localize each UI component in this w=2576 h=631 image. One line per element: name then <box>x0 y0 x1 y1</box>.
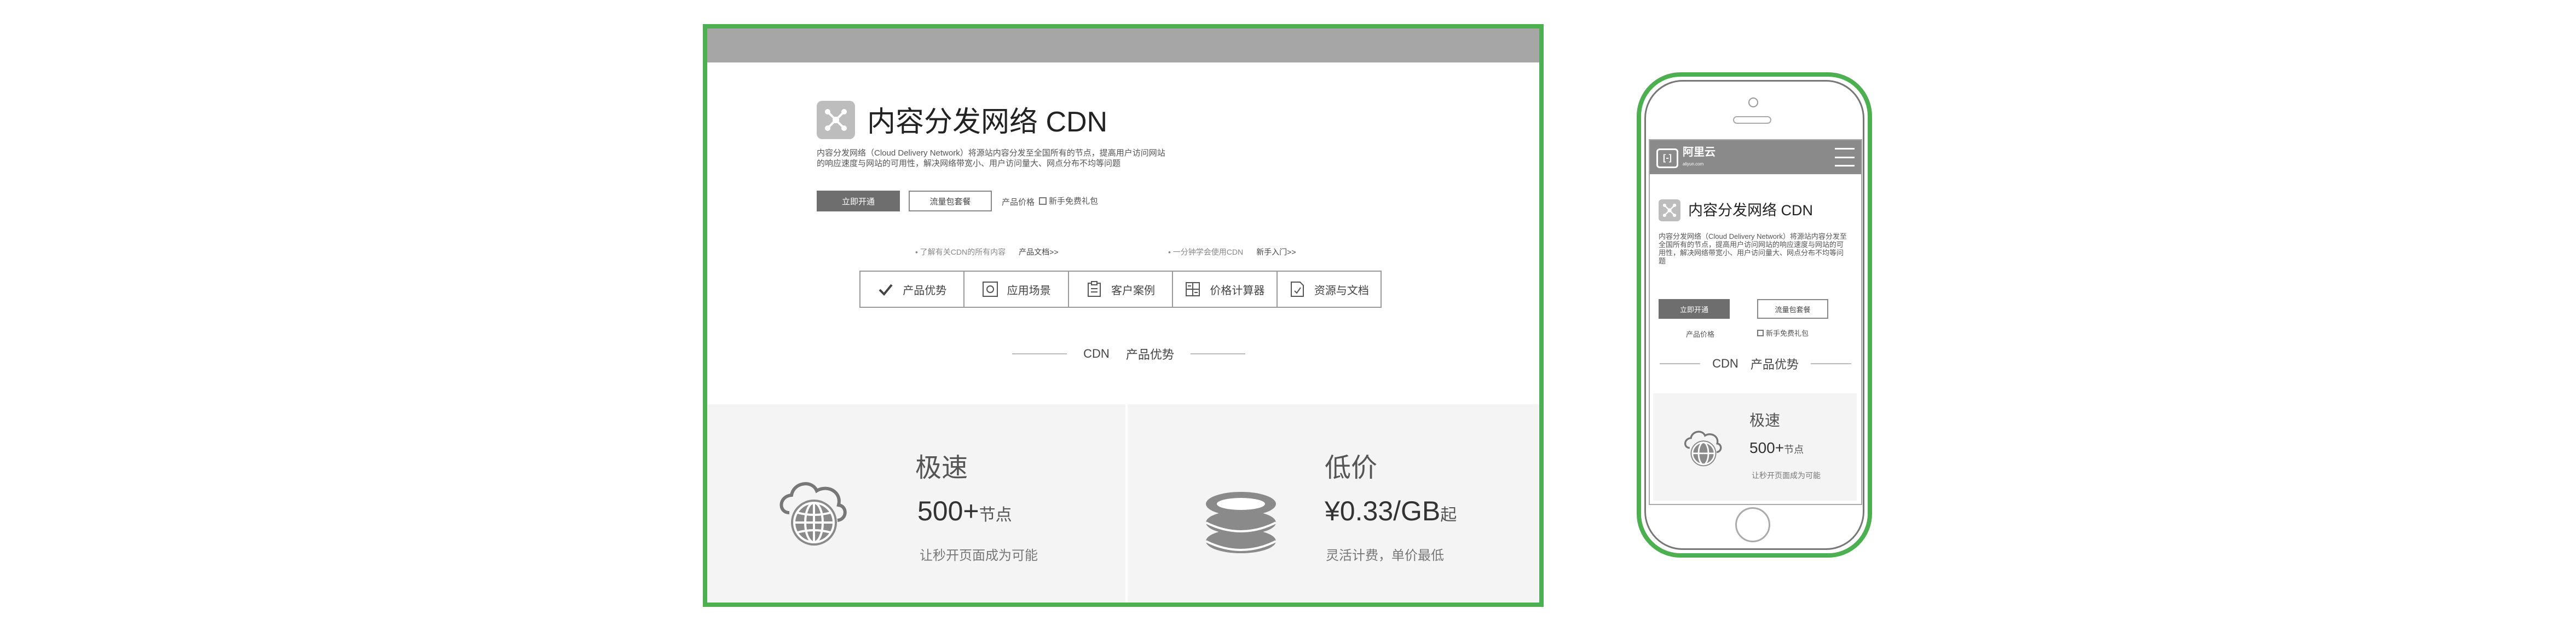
feature-stat-unit: 节点 <box>1784 444 1804 455</box>
page-title: 内容分发网络 CDN <box>1688 202 1813 219</box>
hint-start-text: 一分钟学会使用CDN <box>1173 248 1244 256</box>
top-nav-bar <box>707 28 1539 62</box>
logo-name: 阿里云 <box>1683 146 1716 158</box>
check-icon <box>877 281 894 297</box>
feature-stat-unit: 节点 <box>979 506 1012 524</box>
divider <box>1660 363 1701 364</box>
feature-title: 极速 <box>1749 412 1781 429</box>
document-icon <box>1289 281 1306 297</box>
feature-desc: 让秒开页面成为可能 <box>920 548 1038 563</box>
section-title-cdn: CDN <box>1083 347 1110 360</box>
tab-label: 应用场景 <box>1007 284 1051 297</box>
mobile-mockup-frame: [-] 阿里云 aliyun.com 内容分发网络 CDN 内容分发网络（Clo… <box>1637 72 1872 558</box>
feature-card-price: 低价 ¥0.33/GB起 灵活计费，单价最低 <box>1128 404 1539 603</box>
tab-label: 产品优势 <box>903 284 947 297</box>
camera-icon <box>1748 97 1758 107</box>
traffic-pack-button[interactable]: 流量包套餐 <box>909 191 992 211</box>
speaker-icon <box>1733 116 1771 124</box>
cloud-globe-icon <box>1684 431 1722 467</box>
coin-stack-icon <box>1205 492 1277 553</box>
hero-description: 内容分发网络（Cloud Delivery Network）将源站内容分发至全国… <box>1659 232 1847 265</box>
calculator-icon <box>1185 281 1201 297</box>
tab-advantages[interactable]: 产品优势 <box>860 272 965 307</box>
gift-icon <box>1039 197 1047 205</box>
feature-stat-value: 500+ <box>1749 439 1784 456</box>
home-button-icon <box>1735 507 1770 542</box>
hint-getting-started: • 一分钟学会使用CDN 新手入门>> <box>1168 246 1296 257</box>
product-docs-link[interactable]: 产品文档>> <box>1019 248 1058 256</box>
tab-price-calculator[interactable]: 价格计算器 <box>1173 272 1278 307</box>
scene-icon <box>982 281 998 297</box>
cloud-globe-icon <box>779 482 847 546</box>
bullet-dot-icon: • <box>915 248 918 256</box>
logo-sub: aliyun.com <box>1683 162 1704 167</box>
hamburger-menu-icon[interactable] <box>1835 148 1855 167</box>
feature-stat-unit: 起 <box>1440 506 1457 524</box>
section-title-advantages: 产品优势 <box>1750 358 1799 371</box>
tab-label: 资源与文档 <box>1314 284 1369 297</box>
tab-scenarios[interactable]: 应用场景 <box>964 272 1069 307</box>
feature-stat: ¥0.33/GB起 <box>1325 495 1457 527</box>
section-title: CDN 产品优势 <box>992 345 1266 363</box>
tab-resources-docs[interactable]: 资源与文档 <box>1278 272 1381 307</box>
mobile-nav-bar: [-] 阿里云 aliyun.com <box>1650 140 1861 174</box>
feature-title: 极速 <box>915 454 968 483</box>
hint-docs-text: 了解有关CDN的所有内容 <box>920 248 1006 256</box>
gift-icon <box>1757 330 1764 336</box>
hero-description: 内容分发网络（Cloud Delivery Network）将源站内容分发至全国… <box>817 148 1165 168</box>
pricing-link[interactable]: 产品价格 <box>1002 196 1035 208</box>
divider <box>1012 353 1067 354</box>
feature-stat: 500+节点 <box>1749 439 1804 457</box>
feature-stat-value: ¥0.33/GB <box>1325 496 1441 526</box>
divider <box>1190 353 1245 354</box>
feature-stat: 500+节点 <box>917 495 1012 527</box>
desktop-mockup-frame: 内容分发网络 CDN 内容分发网络（Cloud Delivery Network… <box>703 24 1544 607</box>
divider <box>1810 363 1851 364</box>
feature-desc: 灵活计费，单价最低 <box>1326 548 1444 563</box>
bullet-dot-icon: • <box>1168 248 1171 256</box>
getting-started-link[interactable]: 新手入门>> <box>1256 248 1296 256</box>
page-title: 内容分发网络 CDN <box>867 106 1108 138</box>
hint-docs: • 了解有关CDN的所有内容 产品文档>> <box>915 246 1059 257</box>
product-tabs: 产品优势 应用场景 客户案例 价格计算器 资源与文档 <box>859 271 1382 308</box>
section-title: CDN 产品优势 <box>1650 355 1861 372</box>
section-title-advantages: 产品优势 <box>1125 348 1174 362</box>
traffic-pack-button[interactable]: 流量包套餐 <box>1757 299 1828 319</box>
gift-label: 新手免费礼包 <box>1766 329 1809 337</box>
gift-label: 新手免费礼包 <box>1049 197 1099 206</box>
feature-card-speed: 极速 500+节点 让秒开页面成为可能 <box>1653 393 1857 501</box>
pricing-link[interactable]: 产品价格 <box>1686 329 1714 339</box>
feature-stat-value: 500+ <box>917 496 979 526</box>
tab-label: 客户案例 <box>1111 284 1156 297</box>
logo-text: 阿里云 aliyun.com <box>1683 147 1716 170</box>
logo-mark-icon: [-] <box>1656 148 1678 168</box>
tab-label: 价格计算器 <box>1210 284 1265 297</box>
cdn-network-icon <box>1659 199 1680 221</box>
logo[interactable]: [-] 阿里云 aliyun.com <box>1656 147 1716 170</box>
cdn-network-icon <box>817 101 855 139</box>
gift-link[interactable]: 新手免费礼包 <box>1039 195 1098 206</box>
tab-customer-cases[interactable]: 客户案例 <box>1069 272 1174 307</box>
section-title-cdn: CDN <box>1712 357 1738 370</box>
feature-card-speed: 极速 500+节点 让秒开页面成为可能 <box>707 404 1125 603</box>
clipboard-icon <box>1086 281 1102 297</box>
feature-title: 低价 <box>1325 454 1378 483</box>
feature-desc: 让秒开页面成为可能 <box>1752 471 1821 480</box>
gift-link[interactable]: 新手免费礼包 <box>1757 328 1809 338</box>
phone-screen: [-] 阿里云 aliyun.com 内容分发网络 CDN 内容分发网络（Clo… <box>1649 139 1862 505</box>
activate-button[interactable]: 立即开通 <box>1659 299 1730 319</box>
activate-button[interactable]: 立即开通 <box>817 191 900 211</box>
